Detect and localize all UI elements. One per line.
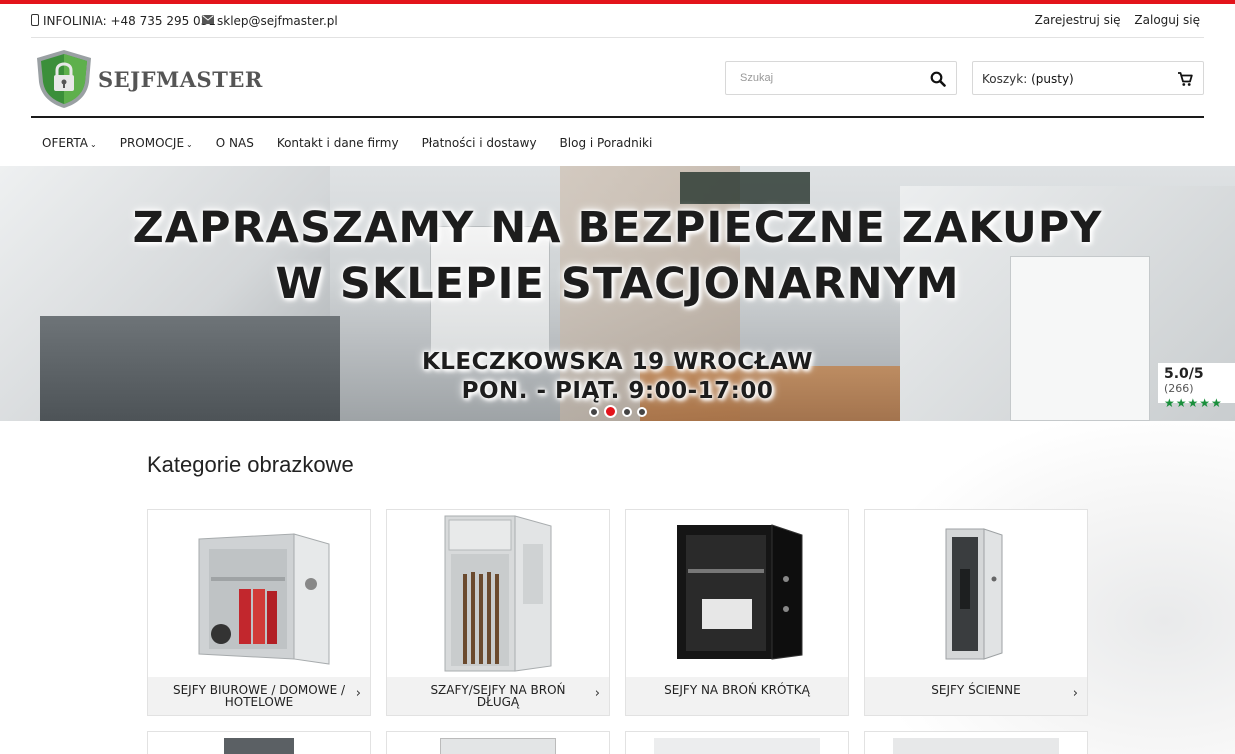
nav-item-oferta[interactable]: OFERTA ⌄ <box>42 136 97 150</box>
rating-widget[interactable]: 5.0/5 (266) ★★★★★ <box>1158 363 1235 410</box>
partial-product-image <box>224 738 294 754</box>
gun-cabinet-image <box>444 514 552 672</box>
nav-label: O NAS <box>215 136 254 150</box>
category-image <box>387 732 609 754</box>
category-image <box>626 510 848 677</box>
login-link[interactable]: Zaloguj się <box>1134 13 1200 27</box>
category-card-long-gun-safes[interactable]: SZAFY/SEJFY NA BROŃ DŁUGĄ › <box>386 509 610 716</box>
account-links: Zarejestruj się Zaloguj się <box>1025 13 1200 27</box>
main-nav: OFERTA ⌄ PROMOCJE ⌄ O NAS Kontakt i dane f… <box>31 120 1204 166</box>
cart-value: (pusty) <box>1031 72 1074 86</box>
nav-label: Kontakt i dane firmy <box>276 136 399 150</box>
category-card-partial-3[interactable] <box>625 731 849 754</box>
nav-label: Płatności i dostawy <box>421 136 537 150</box>
slider-dot-1[interactable] <box>589 406 599 417</box>
search-icon[interactable] <box>930 71 946 87</box>
banner-headline-2: W SKLEPIE STACJONARNYM <box>275 259 960 309</box>
nav-item-blog[interactable]: Blog i Poradniki <box>560 136 653 150</box>
phone-icon <box>31 14 39 26</box>
search-box <box>725 61 957 95</box>
category-card-wall-safes[interactable]: SEJFY ŚCIENNE › <box>864 509 1088 716</box>
slider-dot-3[interactable] <box>622 406 632 417</box>
category-image <box>148 510 370 677</box>
category-card-office-safes[interactable]: SEJFY BIUROWE / DOMOWE / HOTELOWE › <box>147 509 371 716</box>
banner-headline-1: ZAPRASZAMY NA BEZPIECZNE ZAKUPY <box>132 203 1103 253</box>
banner-hours: PON. - PIĄT. 9:00-17:00 <box>461 378 774 404</box>
office-safe-image <box>198 532 330 665</box>
phone-text: INFOLINIA: +48 735 295 031 <box>43 14 216 28</box>
wall-safe-image <box>945 527 1003 660</box>
envelope-icon <box>202 14 214 24</box>
cart-icon <box>1178 72 1193 86</box>
nav-item-kontakt[interactable]: Kontakt i dane firmy <box>277 136 399 150</box>
category-caption: SEJFY BIUROWE / DOMOWE / HOTELOWE <box>148 677 370 715</box>
search-input[interactable] <box>726 62 916 94</box>
nav-item-platnosci[interactable]: Płatności i dostawy <box>422 136 537 150</box>
nav-label: Blog i Poradniki <box>559 136 653 150</box>
category-card-partial-4[interactable] <box>864 731 1088 754</box>
banner-address: KLECZKOWSKA 19 WROCŁAW <box>421 349 814 375</box>
top-bar: INFOLINIA: +48 735 295 031 sklep@sejfmas… <box>31 4 1204 38</box>
category-image <box>626 732 848 754</box>
chevron-right-icon: › <box>355 686 361 701</box>
banner-photo-sign <box>680 172 810 204</box>
email-text: sklep@sejfmaster.pl <box>217 14 338 28</box>
rating-score: 5.0/5 <box>1164 366 1204 382</box>
partial-product-image <box>893 738 1059 754</box>
category-caption: SEJFY NA BROŃ KRÓTKĄ <box>626 677 848 715</box>
rating-count: (266) <box>1164 382 1194 395</box>
slider-dot-2[interactable] <box>604 405 617 418</box>
chevron-down-icon: ⌄ <box>186 139 193 149</box>
category-image <box>865 510 1087 677</box>
chevron-down-icon: ⌄ <box>90 139 97 149</box>
category-caption: SEJFY ŚCIENNE <box>865 677 1087 715</box>
star-rating-icon: ★★★★★ <box>1164 396 1223 410</box>
phone-contact[interactable]: INFOLINIA: +48 735 295 031 <box>31 14 216 28</box>
partial-product-image <box>440 738 556 754</box>
cart-box[interactable]: Koszyk: (pusty) <box>972 61 1204 95</box>
email-contact[interactable]: sklep@sejfmaster.pl <box>202 14 338 28</box>
category-image <box>865 732 1087 754</box>
slider-dots <box>589 405 652 418</box>
cart-label-text: Koszyk: <box>982 72 1028 86</box>
brand-name: SEJFMASTER <box>98 66 263 92</box>
chevron-right-icon: › <box>594 686 600 701</box>
nav-item-o-nas[interactable]: O NAS <box>216 136 254 150</box>
logo[interactable]: SEJFMASTER <box>33 48 263 110</box>
handgun-safe-image <box>677 523 803 660</box>
category-caption: SZAFY/SEJFY NA BROŃ DŁUGĄ <box>387 677 609 715</box>
register-link[interactable]: Zarejestruj się <box>1035 13 1121 27</box>
category-image <box>387 510 609 677</box>
section-title: Kategorie obrazkowe <box>147 452 354 477</box>
cart-label: Koszyk: (pusty) <box>982 72 1074 86</box>
chevron-right-icon: › <box>1072 686 1078 701</box>
nav-label: OFERTA <box>42 136 89 150</box>
partial-product-image <box>654 738 820 754</box>
slider-dot-4[interactable] <box>637 406 647 417</box>
category-card-partial-2[interactable] <box>386 731 610 754</box>
category-image <box>148 732 370 754</box>
nav-label: PROMOCJE <box>119 136 185 150</box>
nav-item-promocje[interactable]: PROMOCJE ⌄ <box>120 136 193 150</box>
category-card-partial-1[interactable] <box>147 731 371 754</box>
shield-lock-icon <box>37 50 91 108</box>
header: SEJFMASTER Koszyk: (pusty) <box>31 38 1204 118</box>
hero-banner[interactable]: ZAPRASZAMY NA BEZPIECZNE ZAKUPY W SKLEPI… <box>0 166 1235 421</box>
category-card-handgun-safes[interactable]: SEJFY NA BROŃ KRÓTKĄ <box>625 509 849 716</box>
